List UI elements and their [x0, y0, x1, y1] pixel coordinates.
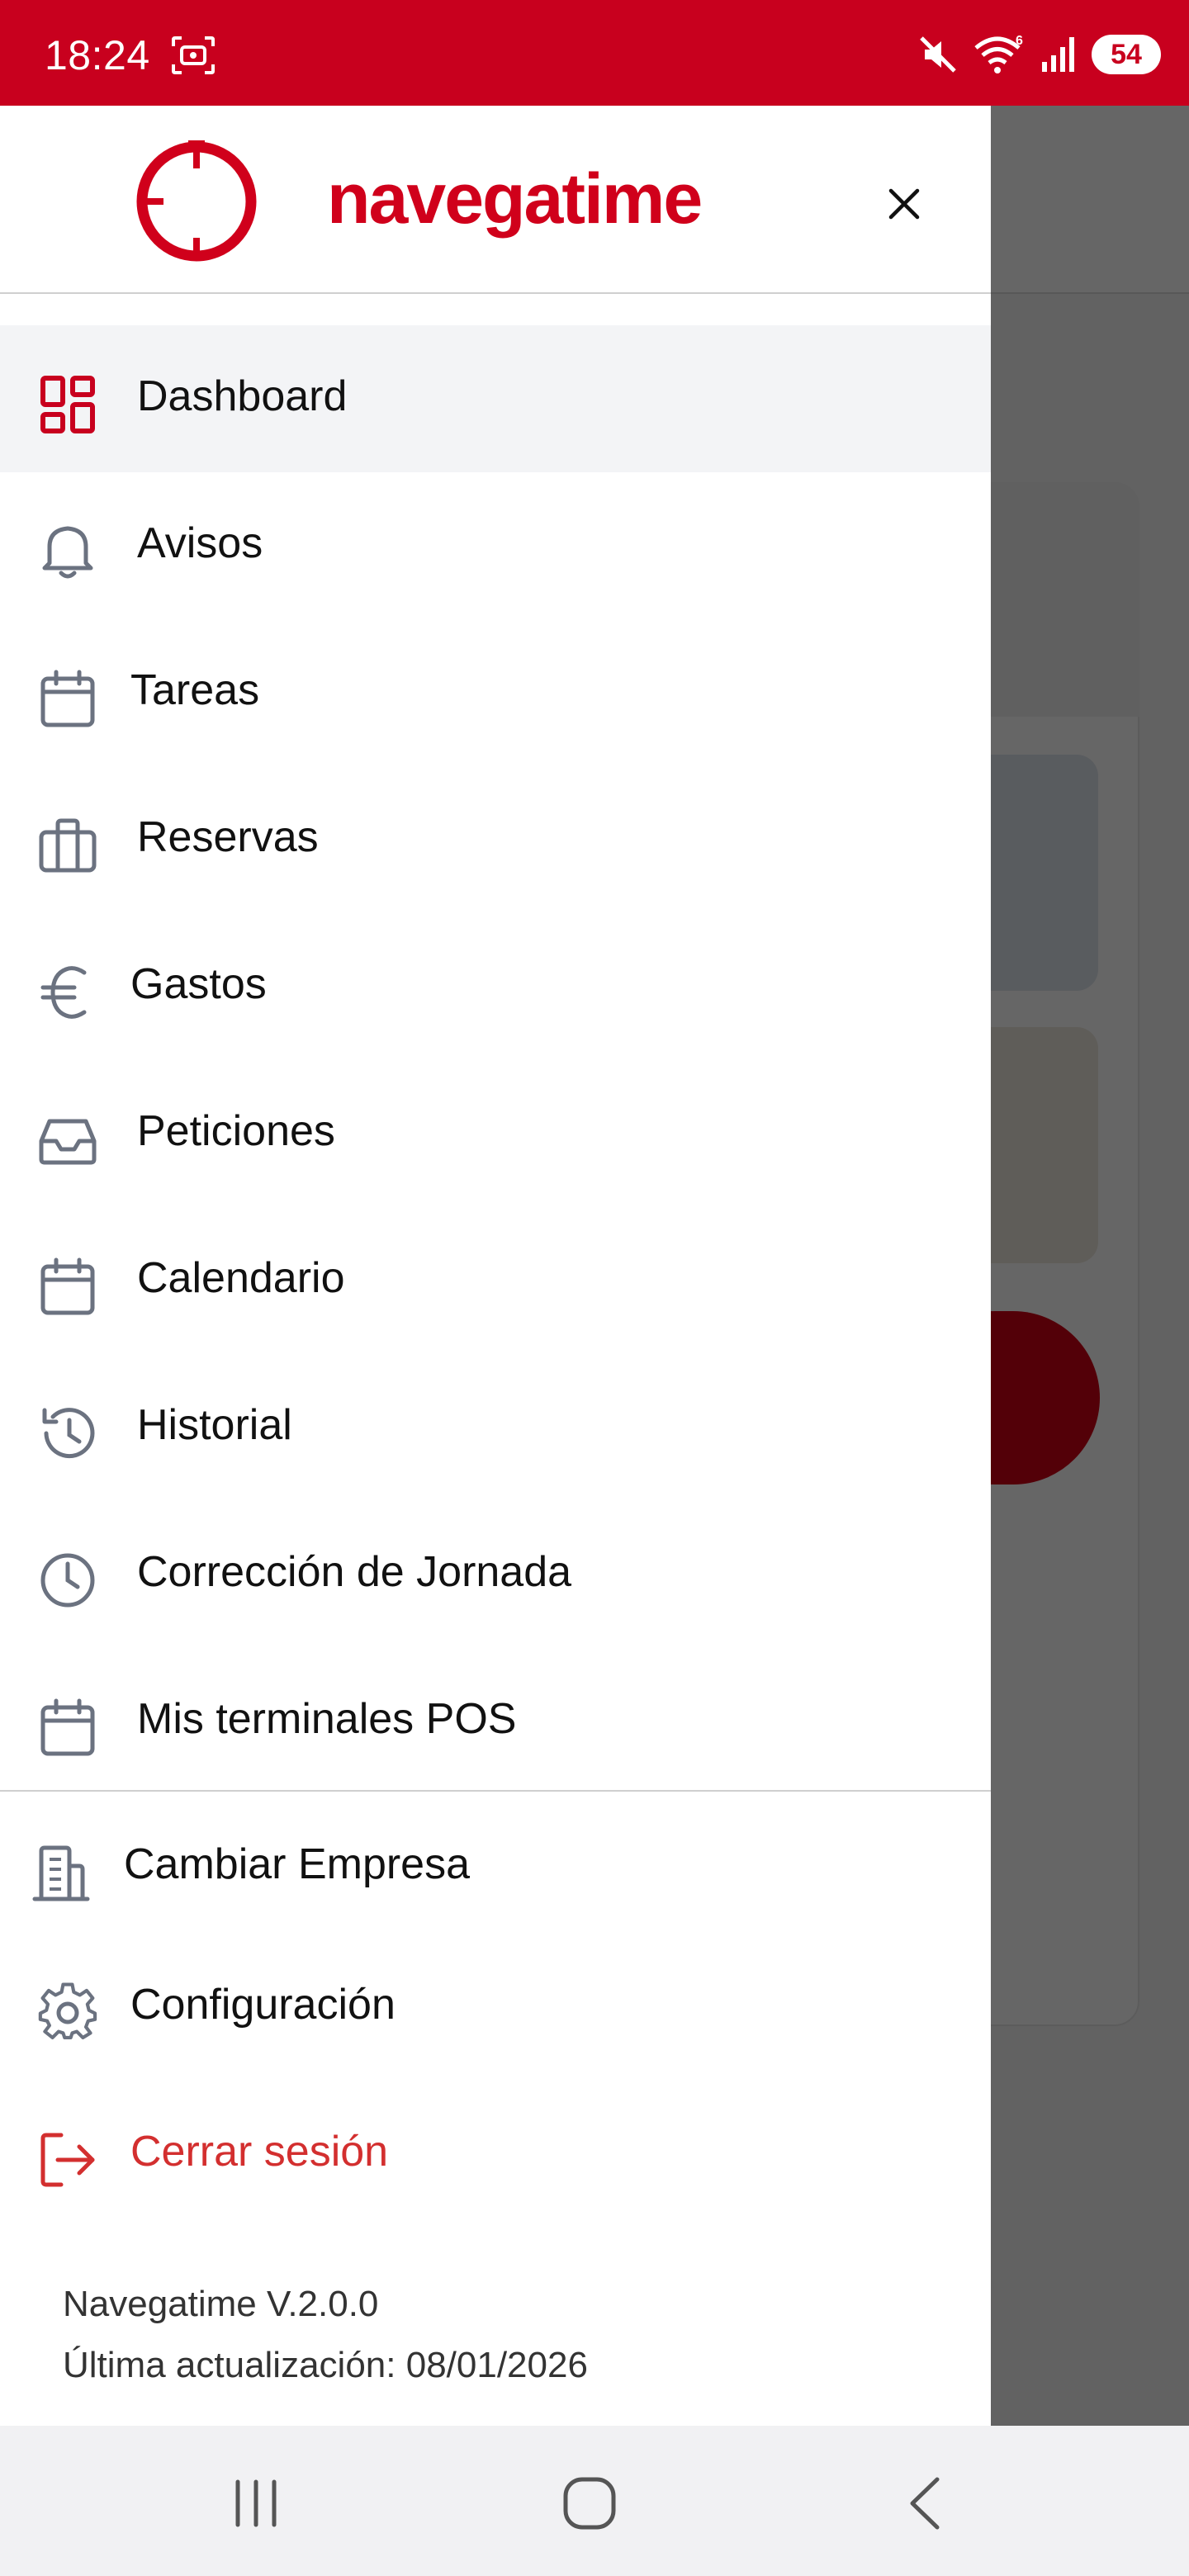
menu-item-historial[interactable]: Historial	[0, 1354, 991, 1501]
home-icon	[563, 2477, 616, 2530]
navigation-drawer: navegatime Dashboard Avisos Tareas Reser…	[0, 106, 991, 2426]
menu-item-label: Cambiar Empresa	[124, 1840, 471, 1888]
logout-icon	[40, 2133, 95, 2187]
menu-divider	[0, 1790, 991, 1792]
wifi-icon: 6	[974, 34, 1023, 73]
bell-icon	[42, 526, 93, 579]
logo-clock-icon	[136, 140, 257, 262]
menu-item-label: Corrección de Jornada	[137, 1548, 572, 1596]
status-time: 18:24	[45, 32, 150, 78]
navegatime-logo: navegatime	[135, 135, 703, 264]
system-nav-bar	[0, 2426, 1189, 2576]
calendar-icon	[40, 1698, 95, 1756]
status-bar: 18:24 6 54	[0, 0, 1189, 106]
menu-item-label: Mis terminales POS	[137, 1695, 517, 1743]
euro-icon	[40, 966, 87, 1019]
menu-item-dashboard[interactable]: Dashboard	[0, 325, 991, 472]
menu-item-configuracion[interactable]: Configuración	[0, 1934, 991, 2081]
building-icon	[32, 1845, 90, 1901]
menu-item-tareas[interactable]: Tareas	[0, 619, 991, 766]
signal-icon	[1042, 37, 1074, 72]
drawer-footer: Navegatime V.2.0.0 Última actualización:…	[63, 2274, 588, 2396]
svg-text:6: 6	[1016, 34, 1023, 48]
menu-item-terminales-pos[interactable]: Mis terminales POS	[0, 1648, 991, 1795]
last-update: Última actualización: 08/01/2026	[63, 2345, 588, 2385]
back-icon	[910, 2477, 940, 2530]
mute-icon	[920, 36, 956, 73]
menu-item-cerrar-sesion[interactable]: Cerrar sesión	[0, 2081, 991, 2228]
menu-item-label: Historial	[137, 1401, 292, 1449]
status-icons: 6 54	[918, 33, 1161, 76]
gear-icon	[38, 1982, 97, 2039]
close-icon	[888, 188, 920, 220]
recent-apps-button[interactable]	[206, 2464, 306, 2543]
inbox-icon	[39, 1119, 97, 1165]
home-button[interactable]	[540, 2464, 639, 2543]
screenshot-icon	[172, 36, 215, 74]
close-button[interactable]	[869, 168, 940, 239]
recent-apps-icon	[235, 2479, 277, 2527]
menu-item-peticiones[interactable]: Peticiones	[0, 1060, 991, 1207]
clock-icon	[40, 1553, 95, 1608]
menu-item-label: Configuración	[130, 1981, 396, 2029]
menu-item-label: Reservas	[137, 813, 319, 861]
logo-text: navegatime	[327, 159, 703, 239]
battery-icon: 54	[1092, 35, 1161, 74]
menu-item-label: Avisos	[137, 519, 263, 567]
menu-item-label: Peticiones	[137, 1107, 335, 1155]
menu-item-label: Gastos	[130, 960, 267, 1008]
menu-item-calendario[interactable]: Calendario	[0, 1207, 991, 1354]
menu-item-label: Dashboard	[137, 372, 348, 420]
menu-item-correccion-jornada[interactable]: Corrección de Jornada	[0, 1501, 991, 1648]
calendar-icon	[40, 670, 95, 727]
menu-item-cambiar-empresa[interactable]: Cambiar Empresa	[0, 1793, 991, 1940]
menu-item-label: Tareas	[130, 666, 260, 714]
history-icon	[42, 1408, 95, 1459]
dashboard-icon	[40, 376, 95, 433]
app-version: Navegatime V.2.0.0	[63, 2284, 379, 2324]
briefcase-icon	[39, 818, 97, 873]
back-button[interactable]	[875, 2464, 974, 2543]
menu-item-reservas[interactable]: Reservas	[0, 766, 991, 913]
menu-item-avisos[interactable]: Avisos	[0, 472, 991, 619]
menu-item-gastos[interactable]: Gastos	[0, 913, 991, 1060]
drawer-header: navegatime	[0, 106, 991, 294]
calendar-icon	[40, 1257, 95, 1315]
menu-item-label: Calendario	[137, 1254, 345, 1302]
menu-item-label: Cerrar sesión	[130, 2128, 389, 2176]
